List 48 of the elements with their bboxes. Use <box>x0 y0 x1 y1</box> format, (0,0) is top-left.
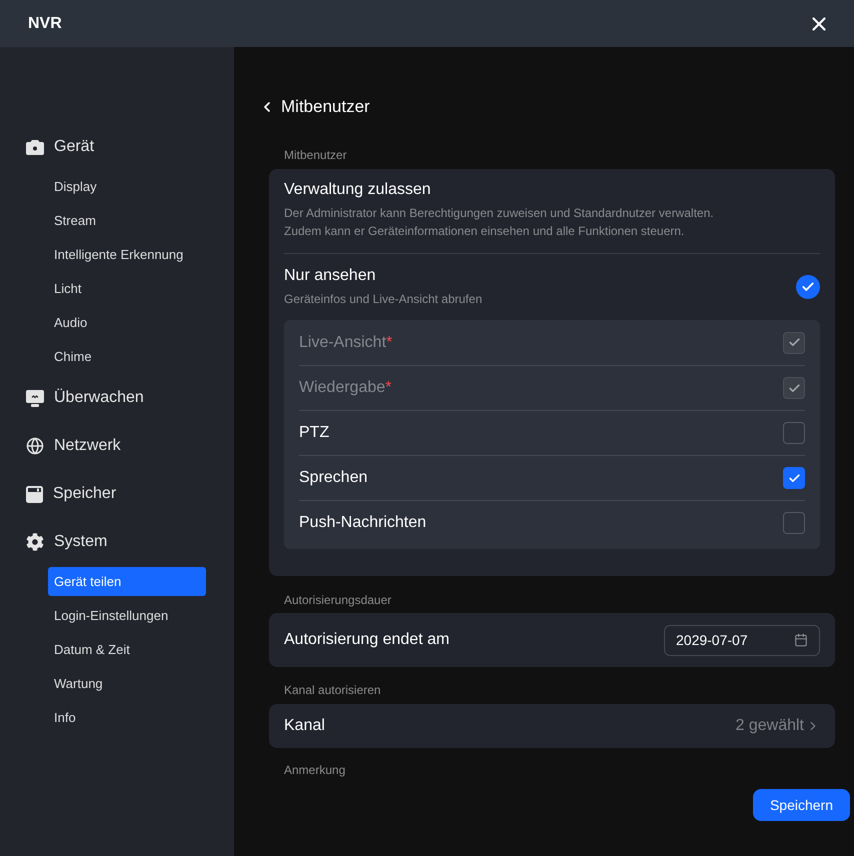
option-description: Der Administrator kann Berechtigungen zuweisen und Standardnutzer verwalten. Zudem kann er Geräteinformationen einsehen und alle Funktionen steuern. <box>284 205 714 240</box>
sidebar-group-item[interactable]: Überwachen <box>54 386 144 410</box>
page-title: Mitbenutzer <box>281 96 370 118</box>
sidebar-item[interactable]: Info <box>48 703 206 732</box>
date-field[interactable]: 2029-07-07 <box>664 624 820 656</box>
monitor-icon <box>26 390 44 406</box>
checkbox[interactable] <box>783 467 805 489</box>
checkbox[interactable] <box>783 422 805 444</box>
camera-icon <box>26 140 44 154</box>
sidebar-item[interactable]: Licht <box>48 274 206 303</box>
permission-label: PTZ <box>299 423 330 443</box>
option-description: Geräteinfos und Live-Ansicht abrufen <box>284 291 482 308</box>
section-label: Anmerkung <box>284 763 346 777</box>
channel-count: 2 gewählt <box>736 716 804 736</box>
checkbox[interactable] <box>783 512 805 534</box>
sidebar-item[interactable]: Datum & Zeit <box>48 635 206 664</box>
save-button[interactable]: Speichern <box>753 789 850 821</box>
permission-label: Push-Nachrichten <box>299 513 426 533</box>
globe-icon <box>26 437 44 455</box>
sidebar-item[interactable]: Login-Einstellungen <box>48 601 206 630</box>
window-title: NVR <box>28 14 62 34</box>
sidebar-item[interactable]: Gerät teilen <box>48 567 206 596</box>
sidebar-item[interactable]: Display <box>48 172 206 201</box>
permission-label: Wiedergabe* <box>299 378 392 398</box>
check-icon <box>788 336 800 349</box>
permission-label: Sprechen <box>299 468 368 488</box>
channel-row[interactable]: Kanal 2 gewählt <box>269 704 835 748</box>
sidebar-item[interactable]: Audio <box>48 308 206 337</box>
sidebar-group-item[interactable]: Speicher <box>53 482 116 506</box>
sidebar-item[interactable]: Wartung <box>48 669 206 698</box>
check-icon <box>788 382 800 394</box>
sidebar-group-item[interactable]: System <box>54 530 108 554</box>
sidebar-item[interactable]: Chime <box>48 342 206 371</box>
check-icon <box>788 472 800 484</box>
settings-icon <box>26 533 44 551</box>
option-title[interactable]: Verwaltung zulassen <box>284 180 714 199</box>
sidebar-item[interactable]: Intelligente Erkennung <box>48 240 206 269</box>
section-label: Kanal autorisieren <box>284 683 381 697</box>
section-label: Autorisierungsdauer <box>284 593 392 607</box>
row-label: Kanal <box>284 716 325 736</box>
calendar-icon <box>794 633 808 647</box>
option-title[interactable]: Nur ansehen <box>284 266 482 285</box>
sidebar-item[interactable]: Stream <box>48 206 206 235</box>
section-label: Mitbenutzer <box>284 148 347 162</box>
sidebar-group-item[interactable]: Netzwerk <box>54 434 121 458</box>
row-label: Autorisierung endet am <box>284 630 450 650</box>
sidebar-group-item[interactable]: Gerät <box>54 135 94 159</box>
permission-label: Live-Ansicht* <box>299 332 392 352</box>
